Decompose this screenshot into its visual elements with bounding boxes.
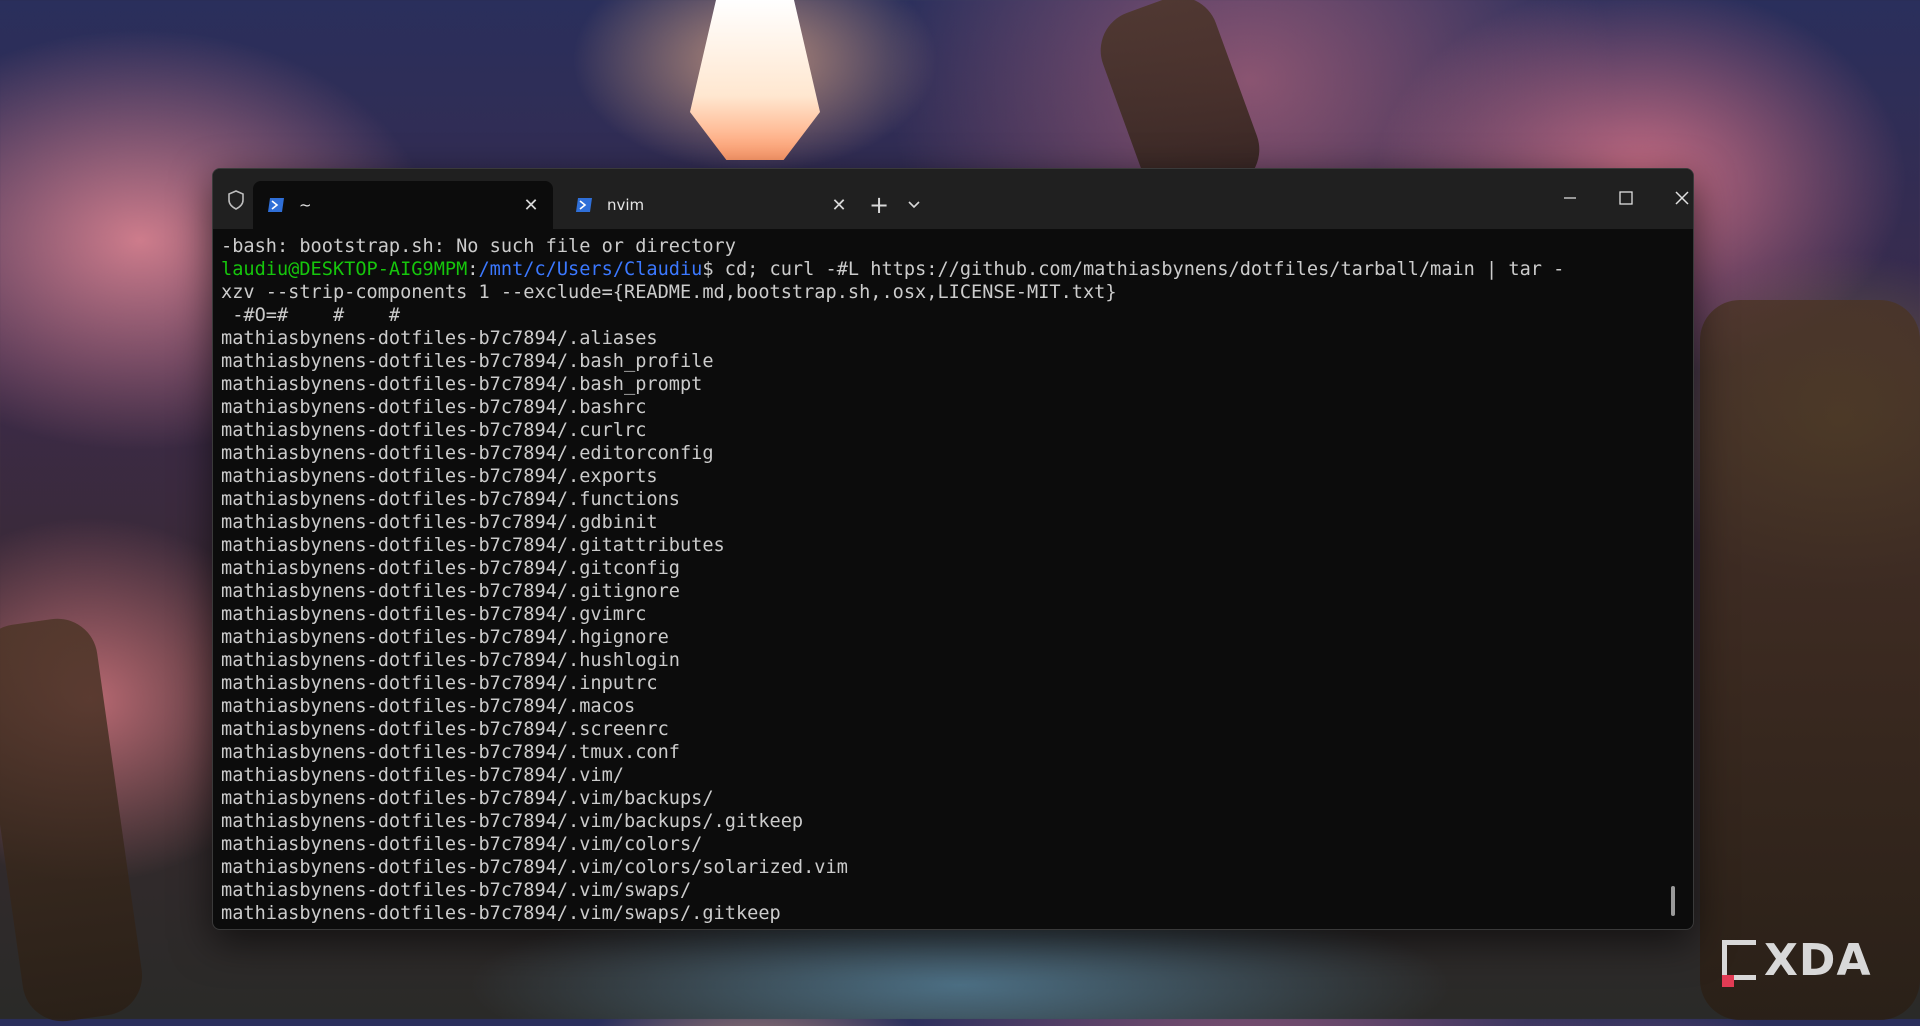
scrollbar-thumb[interactable] xyxy=(1671,886,1675,916)
output-line: mathiasbynens-dotfiles-b7c7894/.gitignor… xyxy=(221,581,680,602)
output-line: mathiasbynens-dotfiles-b7c7894/.exports xyxy=(221,466,658,487)
output-line: mathiasbynens-dotfiles-b7c7894/.hushlogi… xyxy=(221,650,680,671)
output-line: mathiasbynens-dotfiles-b7c7894/.gdbinit xyxy=(221,512,658,533)
output-line: mathiasbynens-dotfiles-b7c7894/.screenrc xyxy=(221,719,669,740)
xda-logo-text: XDA xyxy=(1764,934,1872,986)
output-line: mathiasbynens-dotfiles-b7c7894/.gitconfi… xyxy=(221,558,680,579)
output-line: mathiasbynens-dotfiles-b7c7894/.aliases xyxy=(221,328,658,349)
powershell-icon xyxy=(268,198,284,212)
prompt-line: laudiu@DESKTOP-AIG9MPM:/mnt/c/Users/Clau… xyxy=(221,258,1679,281)
maximize-icon[interactable] xyxy=(1603,183,1649,213)
tab-title: nvim xyxy=(607,196,645,214)
output-line: mathiasbynens-dotfiles-b7c7894/.tmux.con… xyxy=(221,742,680,763)
output-line: mathiasbynens-dotfiles-b7c7894/.vim/colo… xyxy=(221,834,703,855)
output-line: mathiasbynens-dotfiles-b7c7894/.curlrc xyxy=(221,420,647,441)
prompt-command: $ cd; curl -#L https://github.com/mathia… xyxy=(702,259,1565,280)
terminal-window: ~ ✕ nvim ✕ + -bash: bootstrap.sh: No suc… xyxy=(212,168,1694,930)
output-line: mathiasbynens-dotfiles-b7c7894/.vim/ xyxy=(221,765,624,786)
output-line: mathiasbynens-dotfiles-b7c7894/.vim/back… xyxy=(221,788,714,809)
output-line: mathiasbynens-dotfiles-b7c7894/.macos xyxy=(221,696,636,717)
tab-close-icon[interactable]: ✕ xyxy=(829,195,849,216)
progress-line: -#O=# # # xyxy=(221,305,401,326)
xda-logo: XDA xyxy=(1722,935,1872,987)
title-bar: ~ ✕ nvim ✕ + xyxy=(213,169,1693,229)
chevron-down-icon[interactable] xyxy=(901,191,927,219)
minimize-icon[interactable] xyxy=(1547,183,1593,213)
output-line: mathiasbynens-dotfiles-b7c7894/.bash_pro… xyxy=(221,351,714,372)
tab-nvim[interactable]: nvim ✕ xyxy=(561,181,861,229)
output-line: mathiasbynens-dotfiles-b7c7894/.function… xyxy=(221,489,680,510)
tree-trunk-right xyxy=(1700,300,1920,1020)
lantern xyxy=(690,0,820,160)
tab-close-icon[interactable]: ✕ xyxy=(521,195,541,216)
terminal-output[interactable]: -bash: bootstrap.sh: No such file or dir… xyxy=(221,229,1679,929)
prompt-path: /mnt/c/Users/Claudiu xyxy=(478,259,703,280)
command-wrap-line: xzv --strip-components 1 --exclude={READ… xyxy=(221,282,1117,303)
powershell-icon xyxy=(576,198,592,212)
tab-home[interactable]: ~ ✕ xyxy=(253,181,553,229)
output-line: mathiasbynens-dotfiles-b7c7894/.inputrc xyxy=(221,673,658,694)
output-line: mathiasbynens-dotfiles-b7c7894/.gvimrc xyxy=(221,604,647,625)
tab-title: ~ xyxy=(299,196,312,214)
output-line: mathiasbynens-dotfiles-b7c7894/.gitattri… xyxy=(221,535,725,556)
output-line: mathiasbynens-dotfiles-b7c7894/.vim/back… xyxy=(221,811,804,832)
prompt-user: laudiu@DESKTOP-AIG9MPM xyxy=(221,259,468,280)
error-line: -bash: bootstrap.sh: No such file or dir… xyxy=(221,236,736,257)
output-line: mathiasbynens-dotfiles-b7c7894/.vim/swap… xyxy=(221,880,692,901)
prompt-colon: : xyxy=(467,259,479,280)
output-line: mathiasbynens-dotfiles-b7c7894/.vim/colo… xyxy=(221,857,848,878)
output-line: mathiasbynens-dotfiles-b7c7894/.hgignore xyxy=(221,627,669,648)
shield-icon[interactable] xyxy=(223,187,249,213)
output-line: mathiasbynens-dotfiles-b7c7894/.vim/swap… xyxy=(221,903,781,924)
output-line: mathiasbynens-dotfiles-b7c7894/.bash_pro… xyxy=(221,374,703,395)
new-tab-button[interactable]: + xyxy=(865,191,893,219)
close-icon[interactable] xyxy=(1659,183,1693,213)
output-line: mathiasbynens-dotfiles-b7c7894/.editorco… xyxy=(221,443,714,464)
tree-trunk-left xyxy=(0,613,148,1026)
output-line: mathiasbynens-dotfiles-b7c7894/.bashrc xyxy=(221,397,647,418)
xda-logo-bracket xyxy=(1722,940,1756,987)
output-list: mathiasbynens-dotfiles-b7c7894/.aliases m… xyxy=(221,327,1679,925)
